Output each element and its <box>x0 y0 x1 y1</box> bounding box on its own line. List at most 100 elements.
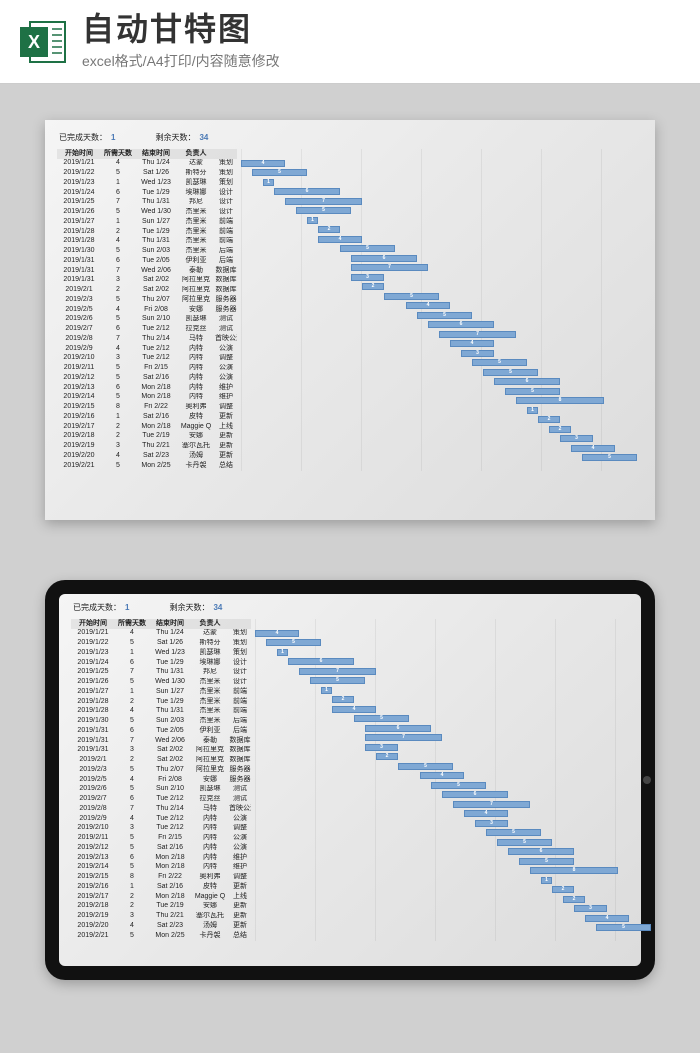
table-cell: 2019/1/28 <box>71 697 115 707</box>
table-cell: 2019/2/14 <box>57 393 101 403</box>
column-header: 结束时间 <box>149 619 191 629</box>
table-cell: 公演 <box>215 344 237 354</box>
table-cell: 2019/2/19 <box>57 442 101 452</box>
gantt-bar: 1 <box>277 649 288 656</box>
table-cell: 阿拉里克 <box>177 276 215 286</box>
table-cell: 达蒙 <box>177 159 215 169</box>
table-cell: 5 <box>115 843 149 853</box>
gantt-bar: 6 <box>351 255 417 262</box>
table-cell: 5 <box>101 169 135 179</box>
table-cell: Sat 2/16 <box>149 882 191 892</box>
table-cell: 2019/1/30 <box>57 247 101 257</box>
gantt-row: 6 <box>241 377 647 387</box>
table-cell: 马特 <box>191 804 229 814</box>
table-cell: 4 <box>115 775 149 785</box>
gantt-row: 2 <box>241 225 647 235</box>
table-cell: Sun 2/03 <box>135 247 177 257</box>
table-cell: Tue 2/19 <box>135 432 177 442</box>
table-cell: 测试 <box>229 795 251 805</box>
gantt-row: 4 <box>241 235 647 245</box>
table-cell: 7 <box>115 736 149 746</box>
table-cell: 2019/2/10 <box>57 354 101 364</box>
gantt-bar: 2 <box>362 283 384 290</box>
table-cell: 4 <box>115 921 149 931</box>
gantt-row: 6 <box>255 847 633 857</box>
table-cell: 6 <box>101 383 135 393</box>
table-cell: Sat 2/02 <box>135 286 177 296</box>
column-header: 负责人 <box>177 149 215 159</box>
table-cell: 2019/2/6 <box>71 785 115 795</box>
table-cell: 2019/2/12 <box>57 373 101 383</box>
table-cell: 2019/1/23 <box>57 178 101 188</box>
table-cell: 设计 <box>229 678 251 688</box>
table-cell: 5 <box>101 295 135 305</box>
table-cell: 杰里米 <box>191 717 229 727</box>
table-cell: Thu 1/31 <box>149 707 191 717</box>
table-cell: 2019/1/31 <box>71 726 115 736</box>
table-cell: 维护 <box>215 383 237 393</box>
table-cell: Wed 1/30 <box>149 678 191 688</box>
table-cell: 2019/1/26 <box>57 208 101 218</box>
gantt-row: 5 <box>255 838 633 848</box>
table-cell: 更新 <box>229 921 251 931</box>
table-cell: 2019/1/26 <box>71 678 115 688</box>
table-cell: 2019/2/18 <box>71 902 115 912</box>
gantt-bar: 4 <box>420 772 464 779</box>
table-cell: 斯特芬 <box>177 169 215 179</box>
table-cell: Thu 2/14 <box>149 804 191 814</box>
table-cell: 前端 <box>229 687 251 697</box>
gantt-row: 2 <box>255 752 633 762</box>
gantt-row: 5 <box>241 244 647 254</box>
table-cell: 3 <box>115 912 149 922</box>
table-cell: 杰里米 <box>177 237 215 247</box>
table-cell: Sat 2/16 <box>149 843 191 853</box>
table-cell: Wed 1/23 <box>135 178 177 188</box>
table-cell: 服务器 <box>215 295 237 305</box>
table-cell: 杰里米 <box>191 678 229 688</box>
table-cell: 维护 <box>229 863 251 873</box>
table-cell: 阿拉里克 <box>191 765 229 775</box>
table-cell: 5 <box>101 247 135 257</box>
table-cell: Tue 2/05 <box>135 256 177 266</box>
gantt-bar: 5 <box>266 639 321 646</box>
gantt-row: 5 <box>255 638 633 648</box>
table-cell: 2019/2/13 <box>57 383 101 393</box>
table-cell: 测试 <box>215 315 237 325</box>
gantt-bar: 2 <box>318 226 340 233</box>
gantt-bar: 5 <box>384 293 439 300</box>
table-cell: 5 <box>115 931 149 941</box>
table-cell: 5 <box>115 785 149 795</box>
gantt-row: 4 <box>255 809 633 819</box>
table-cell: 塞尔瓦托 <box>191 912 229 922</box>
table-cell: 策划 <box>229 648 251 658</box>
svg-text:X: X <box>28 32 40 52</box>
gantt-row: 6 <box>255 724 633 734</box>
gantt-row: 4 <box>255 705 633 715</box>
table-cell: 2019/1/21 <box>57 159 101 169</box>
table-cell: 内特 <box>177 344 215 354</box>
excel-icon: X <box>20 17 70 67</box>
table-cell: Mon 2/18 <box>149 892 191 902</box>
table-cell: Sat 2/16 <box>135 373 177 383</box>
table-cell: 2 <box>115 756 149 766</box>
table-cell: Thu 2/14 <box>135 334 177 344</box>
table-cell: 6 <box>115 853 149 863</box>
table-cell: Sat 1/26 <box>135 169 177 179</box>
table-cell: Tue 2/12 <box>149 814 191 824</box>
table-cell: 数据库 <box>229 746 251 756</box>
gantt-row: 6 <box>241 320 647 330</box>
table-cell: 6 <box>115 795 149 805</box>
table-cell: 内特 <box>191 843 229 853</box>
gantt-row: 4 <box>255 629 633 639</box>
table-cell: Thu 2/21 <box>149 912 191 922</box>
table-cell: 2019/2/21 <box>71 931 115 941</box>
table-cell: 2019/1/31 <box>57 256 101 266</box>
table-cell: 后端 <box>215 247 237 257</box>
table-cell: 内特 <box>191 814 229 824</box>
gantt-row: 6 <box>255 657 633 667</box>
table-cell: 卡丹袈 <box>191 931 229 941</box>
table-cell: 2019/1/24 <box>71 658 115 668</box>
table-cell: Sat 2/16 <box>135 412 177 422</box>
table-cell: 3 <box>115 746 149 756</box>
gantt-row: 4 <box>255 771 633 781</box>
